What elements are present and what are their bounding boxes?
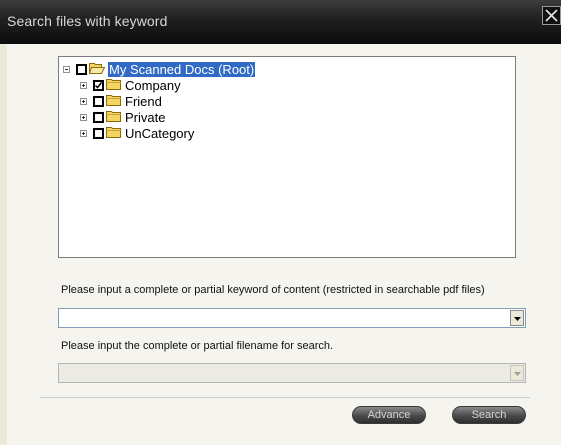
- tree-item-uncategory[interactable]: UnCategory: [80, 125, 195, 141]
- folder-icon: [106, 79, 121, 90]
- folder-icon: [106, 111, 121, 122]
- root-checkbox[interactable]: [76, 63, 87, 75]
- minus-expander-icon[interactable]: [63, 65, 70, 73]
- tree-item-company[interactable]: Company: [80, 77, 182, 93]
- keyword-input[interactable]: [61, 310, 501, 326]
- filename-combobox[interactable]: [58, 363, 526, 383]
- folder-icon: [106, 95, 121, 106]
- checkmark-icon: [95, 81, 102, 89]
- tree-item-label[interactable]: Friend: [124, 94, 163, 109]
- tree-root-label[interactable]: My Scanned Docs (Root): [108, 61, 256, 77]
- uncategory-checkbox[interactable]: [93, 127, 104, 139]
- plus-expander-icon[interactable]: [80, 97, 87, 105]
- filename-input[interactable]: [61, 365, 501, 381]
- tree-item-private[interactable]: Private: [80, 109, 166, 125]
- tree-item-label[interactable]: Private: [124, 110, 166, 125]
- filename-dropdown-button[interactable]: [510, 365, 524, 381]
- plus-expander-icon[interactable]: [80, 129, 87, 137]
- tree-item-label[interactable]: UnCategory: [124, 126, 195, 141]
- keyword-prompt: Please input a complete or partial keywo…: [61, 284, 485, 296]
- tree-item-friend[interactable]: Friend: [80, 93, 163, 109]
- folder-icon: [106, 127, 121, 138]
- dropdown-arrow-icon: [514, 317, 521, 321]
- keyword-combobox[interactable]: [58, 308, 526, 328]
- folder-tree[interactable]: My Scanned Docs (Root) Company Friend Pr…: [58, 56, 516, 258]
- filename-prompt: Please input the complete or partial fil…: [61, 340, 334, 352]
- divider: [40, 397, 530, 398]
- friend-checkbox[interactable]: [93, 95, 104, 107]
- private-checkbox[interactable]: [93, 111, 104, 123]
- close-button[interactable]: [542, 6, 561, 25]
- dropdown-arrow-icon: [514, 372, 521, 376]
- plus-expander-icon[interactable]: [80, 113, 87, 121]
- company-checkbox[interactable]: [93, 79, 104, 91]
- tree-root-row[interactable]: My Scanned Docs (Root): [63, 61, 256, 77]
- tree-item-label[interactable]: Company: [124, 78, 182, 93]
- advance-button[interactable]: Advance: [352, 406, 426, 424]
- close-icon: [545, 9, 558, 22]
- window-title: Search files with keyword: [7, 13, 168, 29]
- search-button[interactable]: Search: [452, 406, 526, 424]
- keyword-dropdown-button[interactable]: [510, 310, 524, 326]
- title-bar: Search files with keyword: [0, 0, 561, 44]
- open-folder-icon: [89, 63, 105, 74]
- plus-expander-icon[interactable]: [80, 81, 87, 89]
